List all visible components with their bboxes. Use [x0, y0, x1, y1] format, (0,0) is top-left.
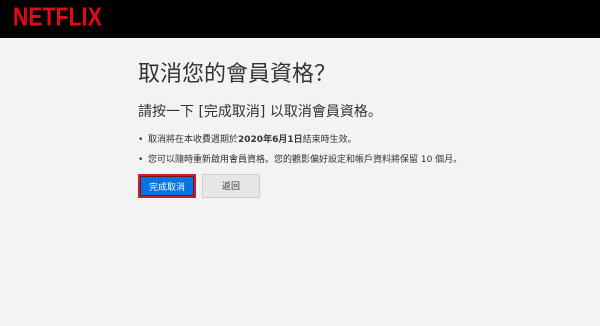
bullet-text: 您可以隨時重新啟用會員資格。您的觀影偏好設定和帳戶資料將保留 10 個月。 — [148, 155, 463, 165]
cancel-membership-panel: 取消您的會員資格？ 請按一下 [完成取消] 以取消會員資格。 • 取消將在本收費週… — [138, 60, 578, 198]
page-title: 取消您的會員資格？ — [138, 62, 337, 87]
bullet-icon: • — [138, 135, 144, 145]
back-button[interactable]: 返回 — [202, 174, 260, 198]
bullet-text: 結束時生效。 — [302, 135, 357, 145]
info-list: • 取消將在本收費週期於2020年6月1日結束時生效。 • 您可以隨時重新啟用會員資… — [138, 134, 578, 174]
end-date: 2020年6月1日 — [238, 135, 303, 145]
top-bar: NETFLIX — [0, 0, 600, 38]
page-subtitle: 請按一下 [完成取消] 以取消會員資格。 — [138, 104, 382, 120]
list-item: • 取消將在本收費週期於2020年6月1日結束時生效。 — [138, 134, 578, 146]
list-item: • 您可以隨時重新啟用會員資格。您的觀影偏好設定和帳戶資料將保留 10 個月。 — [138, 154, 578, 166]
bullet-icon: • — [138, 155, 144, 165]
netflix-logo[interactable]: NETFLIX — [13, 5, 102, 31]
finish-cancellation-button[interactable]: 完成取消 — [138, 174, 196, 198]
bullet-text: 取消將在本收費週期於 — [148, 135, 239, 145]
